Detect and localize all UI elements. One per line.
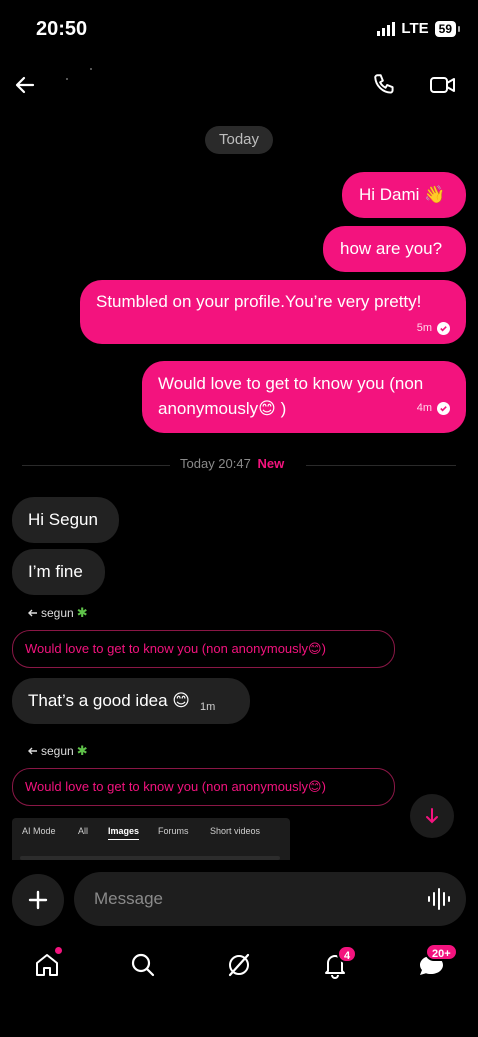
message-composer <box>74 872 466 926</box>
outgoing-message[interactable]: Stumbled on your profile.You’re very pre… <box>80 280 466 344</box>
tab-all[interactable]: All <box>78 826 88 836</box>
outgoing-message[interactable]: Hi Dami 👋 <box>342 172 466 218</box>
date-pill: Today <box>205 126 274 154</box>
home-icon <box>36 954 58 976</box>
contact-avatar[interactable] <box>60 64 100 104</box>
tab-images[interactable]: Images <box>108 826 140 840</box>
notifications-badge: 4 <box>337 945 358 963</box>
video-icon <box>430 77 455 93</box>
messages-badge: 20+ <box>425 943 458 961</box>
message-meta: 5m <box>416 321 450 335</box>
message-time: 1m <box>200 701 216 713</box>
divider-line <box>22 465 170 466</box>
read-check-icon <box>437 321 450 335</box>
outgoing-message[interactable]: Would love to get to know you (non anony… <box>142 361 466 433</box>
read-check-icon <box>437 402 450 415</box>
message-meta: 4m <box>417 396 450 421</box>
reply-author: segun <box>41 606 74 620</box>
message-text-line: Would love to get to know you (non <box>158 374 424 393</box>
reply-arrow-icon <box>28 609 37 617</box>
arrow-left-icon <box>15 76 35 94</box>
signal-icon <box>377 21 396 36</box>
status-indicators: LTE 59 <box>377 20 461 37</box>
divider <box>20 856 280 860</box>
reply-arrow-icon <box>28 747 37 755</box>
grok-icon <box>228 953 250 977</box>
nav-search[interactable] <box>121 945 165 985</box>
reply-label: segun ✱ <box>28 605 88 621</box>
puzzle-icon: ✱ <box>76 743 88 758</box>
new-label: New <box>257 456 285 471</box>
message-text: I’m fine <box>28 562 83 581</box>
battery-icon: 59 <box>434 20 461 37</box>
divider-time: Today 20:47 <box>180 456 251 471</box>
tab-short-videos[interactable]: Short videos <box>210 826 260 836</box>
arrow-down-icon <box>426 808 438 824</box>
nav-messages[interactable]: 20+ <box>409 943 458 985</box>
nav-notifications[interactable]: 4 <box>313 945 358 985</box>
call-button[interactable] <box>370 70 400 100</box>
plus-icon <box>28 890 48 910</box>
new-messages-divider: Today 20:47 New <box>180 456 284 471</box>
tab-ai-mode[interactable]: AI Mode <box>22 826 56 836</box>
phone-icon <box>374 74 394 94</box>
incoming-message[interactable]: I’m fine <box>12 549 105 595</box>
message-time: 4m <box>416 402 432 414</box>
back-button[interactable] <box>10 70 40 100</box>
incoming-message[interactable]: Hi Segun <box>12 497 119 543</box>
message-text-line: anonymously😊 ) <box>158 399 287 418</box>
message-text: Stumbled on your profile.You’re very pre… <box>96 292 422 311</box>
message-text: Hi Dami 👋 <box>359 185 446 204</box>
reply-author: segun <box>41 744 74 758</box>
video-call-button[interactable] <box>428 70 458 100</box>
search-tabs-overlay: AI Mode All Images Forums Short videos <box>12 818 290 860</box>
message-time: 5m <box>416 322 432 334</box>
outgoing-message[interactable]: how are you? <box>323 226 466 272</box>
scroll-to-bottom-button[interactable] <box>410 794 454 838</box>
tab-forums[interactable]: Forums <box>158 826 189 836</box>
network-type: LTE <box>401 20 429 37</box>
search-icon <box>131 953 155 977</box>
message-text: how are you? <box>340 239 443 258</box>
message-text: That’s a good idea 😊 <box>28 691 191 710</box>
message-input[interactable] <box>94 872 414 926</box>
incoming-message[interactable]: That’s a good idea 😊 1m <box>12 678 250 724</box>
nav-home[interactable] <box>25 945 69 985</box>
puzzle-icon: ✱ <box>76 605 88 620</box>
nav-grok[interactable] <box>217 945 261 985</box>
voice-wave-icon[interactable] <box>426 887 452 911</box>
add-attachment-button[interactable] <box>12 874 64 926</box>
divider-line <box>306 465 456 466</box>
quoted-message[interactable]: Would love to get to know you (non anony… <box>12 630 395 668</box>
status-time: 20:50 <box>36 18 88 40</box>
home-dot-indicator <box>55 947 62 954</box>
quoted-message[interactable]: Would love to get to know you (non anony… <box>12 768 395 806</box>
message-text: Hi Segun <box>28 510 98 529</box>
reply-label: segun ✱ <box>28 743 88 759</box>
